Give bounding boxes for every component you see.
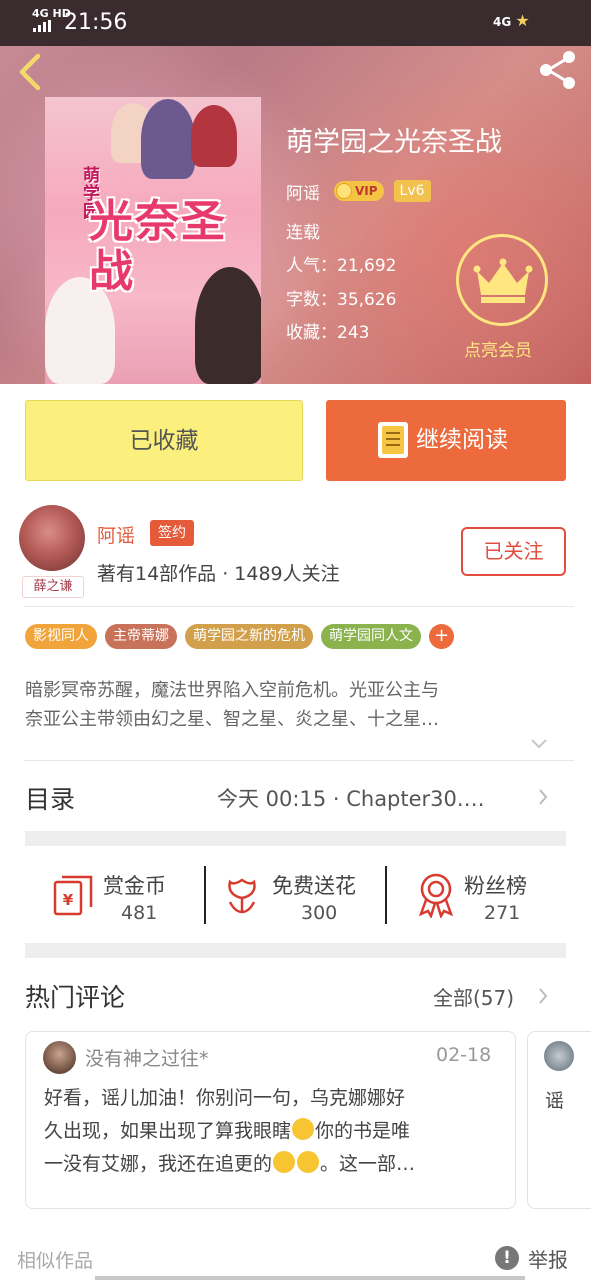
crown-icon bbox=[336, 183, 352, 199]
flower-icon bbox=[228, 878, 256, 914]
comment-card[interactable]: 谣 bbox=[527, 1031, 591, 1209]
popularity-stat: 人气：21,692 bbox=[286, 256, 397, 276]
similar-works-title: 相似作品 bbox=[17, 1250, 94, 1272]
book-icon bbox=[378, 422, 408, 458]
divider bbox=[385, 866, 387, 924]
member-button[interactable] bbox=[456, 234, 548, 326]
cover-figure bbox=[141, 99, 195, 179]
book-author-line: 阿谣 VIP Lv6 bbox=[286, 178, 431, 204]
tag-item[interactable]: 萌学园之新的危机 bbox=[185, 624, 313, 649]
synopsis-line: 奈亚公主带领由幻之星、智之星、炎之星、十之星… bbox=[25, 709, 439, 730]
synopsis[interactable]: 暗影冥帝苏醒，魔法世界陷入空前危机。光亚公主与 奈亚公主带领由幻之星、智之星、炎… bbox=[25, 676, 560, 734]
tag-list: 影视同人 主帝蒂娜 萌学园之新的危机 萌学园同人文 + bbox=[25, 624, 454, 650]
follow-button[interactable]: 已关注 bbox=[461, 527, 566, 576]
fan-ranking-button[interactable]: 粉丝榜 271 bbox=[416, 866, 556, 926]
comment-date: 02-18 bbox=[436, 1044, 492, 1066]
commenter-name[interactable]: 没有神之过往* bbox=[85, 1044, 209, 1071]
chevron-down-icon[interactable] bbox=[530, 737, 548, 751]
warning-icon: ! bbox=[495, 1246, 519, 1270]
chevron-right-icon[interactable] bbox=[538, 987, 548, 1005]
section-separator bbox=[25, 943, 566, 958]
cover-title: 光奈圣战 bbox=[89, 196, 227, 297]
comment-text: 谣 bbox=[545, 1090, 565, 1112]
comment-card[interactable]: 没有神之过往* 02-18 好看，谣儿加油！你别问一句，乌克娜娜好 久出现，如果… bbox=[25, 1031, 516, 1209]
share-button[interactable] bbox=[536, 48, 580, 92]
svg-text:¥: ¥ bbox=[63, 891, 74, 909]
tag-item[interactable]: 主帝蒂娜 bbox=[105, 624, 177, 649]
divider bbox=[204, 866, 206, 924]
similar-works-preview bbox=[95, 1276, 525, 1280]
medal-icon bbox=[418, 873, 454, 918]
reward-value: 481 bbox=[121, 902, 158, 924]
fans-value: 271 bbox=[484, 902, 521, 924]
favorites-stat: 收藏：243 bbox=[286, 323, 370, 343]
continue-reading-button[interactable]: 继续阅读 bbox=[326, 400, 566, 481]
book-cover[interactable]: 萌学园 光奈圣战 bbox=[45, 97, 261, 384]
wink-emoji-icon bbox=[292, 1118, 315, 1140]
author-name[interactable]: 阿谣 bbox=[97, 521, 135, 548]
fans-label: 粉丝榜 bbox=[464, 874, 527, 898]
synopsis-line: 暗影冥帝苏醒，魔法世界陷入空前危机。光亚公主与 bbox=[25, 680, 439, 701]
tag-item[interactable]: 影视同人 bbox=[25, 624, 97, 649]
free-flower-button[interactable]: 免费送花 300 bbox=[224, 866, 374, 926]
book-author-name[interactable]: 阿谣 bbox=[286, 179, 320, 204]
star-icon: ★ bbox=[515, 11, 530, 30]
author-avatar[interactable] bbox=[19, 505, 85, 571]
red-envelope-icon: ¥ bbox=[53, 875, 93, 916]
tongue-emoji-icon bbox=[297, 1151, 320, 1173]
status-bar: 4G HD 21:56 4G ★ bbox=[0, 0, 591, 46]
commenter-avatar[interactable] bbox=[43, 1041, 76, 1074]
word-count-stat: 字数：35,626 bbox=[286, 290, 397, 310]
chevron-right-icon[interactable] bbox=[538, 788, 548, 806]
signed-badge: 签约 bbox=[150, 520, 194, 546]
collected-button[interactable]: 已收藏 bbox=[25, 400, 303, 481]
hot-comments-title: 热门评论 bbox=[25, 983, 126, 1012]
author-stats: 著有14部作品 · 1489人关注 bbox=[97, 563, 340, 585]
book-status: 连载 bbox=[286, 223, 320, 243]
reward-coins-button[interactable]: ¥ 赏金币 481 bbox=[52, 866, 192, 926]
clock: 21:56 bbox=[64, 10, 128, 35]
section-separator bbox=[25, 831, 566, 846]
flower-value: 300 bbox=[301, 902, 338, 924]
flower-label: 免费送花 bbox=[272, 874, 356, 898]
divider bbox=[24, 606, 574, 607]
cover-figure bbox=[191, 105, 237, 167]
commenter-avatar[interactable] bbox=[544, 1041, 574, 1071]
share-icon bbox=[540, 51, 575, 89]
chevron-left-icon bbox=[19, 53, 41, 91]
crown-icon bbox=[473, 258, 533, 303]
status-right: 4G ★ bbox=[493, 11, 530, 30]
add-tag-button[interactable]: + bbox=[429, 624, 454, 649]
latest-chapter[interactable]: 今天 00:15 · Chapter30.… bbox=[217, 783, 517, 813]
divider bbox=[24, 760, 574, 761]
book-title: 萌学园之光奈圣战 bbox=[286, 127, 502, 158]
member-label[interactable]: 点亮会员 bbox=[464, 336, 532, 361]
continue-reading-label: 继续阅读 bbox=[416, 427, 508, 453]
heart-eyes-emoji-icon bbox=[273, 1151, 296, 1173]
report-label: 举报 bbox=[528, 1248, 568, 1272]
vip-badge: VIP bbox=[334, 181, 384, 201]
signal-icon bbox=[33, 20, 51, 32]
level-badge: Lv6 bbox=[393, 180, 431, 202]
tag-item[interactable]: 萌学园同人文 bbox=[321, 624, 421, 649]
back-button[interactable] bbox=[14, 52, 48, 92]
all-comments-link[interactable]: 全部(57) bbox=[433, 982, 514, 1011]
reward-label: 赏金币 bbox=[103, 874, 166, 898]
catalog-title[interactable]: 目录 bbox=[25, 780, 75, 816]
avatar-tag: 薛之谦 bbox=[22, 576, 84, 598]
comment-text: 好看，谣儿加油！你别问一句，乌克娜娜好 久出现，如果出现了算我眼瞎 你的书是唯 一… bbox=[44, 1087, 416, 1175]
